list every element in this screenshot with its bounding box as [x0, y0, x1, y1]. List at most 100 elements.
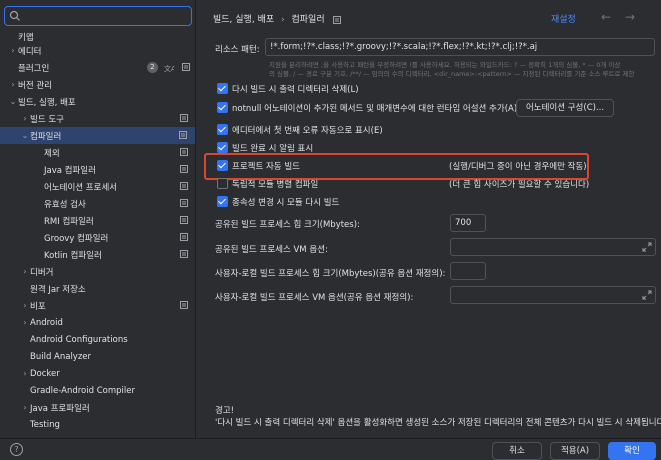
settings-page-icon [333, 15, 342, 24]
tree-item-excludes[interactable]: 제외 [44, 144, 188, 161]
settings-search[interactable] [4, 6, 192, 26]
settings-sidebar: 키맵 › 에디터 플러그인 2 文A › 버전 관리 ⌄ 빌드, 실행, 배포 › 빌드 … [0, 0, 196, 438]
help-icon[interactable]: ? [10, 443, 23, 456]
build-notification-checkbox[interactable] [217, 142, 228, 153]
notnull-assertions-label: notnull 어노테이션이 추가된 메서드 및 매개변수에 대한 런타임 어설… [232, 104, 518, 114]
settings-page-icon [182, 63, 190, 71]
tree-item-annotation-processors[interactable]: 어노테이션 프로세서 [44, 178, 188, 195]
tree-item-compiler[interactable]: ⌄ 컴파일러 [0, 127, 195, 144]
heap-size-input[interactable]: 700 [450, 214, 486, 232]
translate-icon: 文A [164, 64, 174, 73]
tree-item-label: Android Configurations [30, 334, 128, 345]
breadcrumb: 빌드, 실행, 배포 › 컴파일러 [213, 12, 342, 25]
tree-item-version-control[interactable]: › 버전 관리 [8, 76, 52, 93]
resource-patterns-input[interactable]: !*.form;!?*.class;!?*.groovy;!?*.scala;!… [265, 38, 655, 56]
search-icon [9, 10, 20, 21]
settings-page-icon [180, 148, 188, 156]
resource-patterns-label: 리소스 패턴: [215, 45, 260, 55]
tree-item-label: RMI 컴파일러 [44, 216, 94, 227]
tree-item-build-execution-deployment[interactable]: ⌄ 빌드, 실행, 배포 [8, 93, 76, 110]
tree-item-java-compiler[interactable]: Java 컴파일러 [44, 161, 188, 178]
user-vm-options-input[interactable] [450, 286, 656, 304]
user-heap-size-input[interactable] [450, 262, 486, 280]
chevron-right-icon[interactable]: › [20, 267, 30, 276]
cancel-button[interactable]: 취소 [492, 442, 542, 460]
tree-item-build-tools[interactable]: › 빌드 도구 [20, 110, 188, 127]
user-heap-size-label: 사용자-로컬 빌드 프로세스 힙 크기(Mbytes)(공유 옵션 재정의): [215, 269, 446, 279]
tree-item-label: Java 프로파일러 [30, 403, 90, 414]
tree-item-gradle-android-compiler[interactable]: Gradle-Android Compiler [30, 382, 135, 399]
tree-item-label: Gradle-Android Compiler [30, 385, 135, 396]
auto-build-label: 프로젝트 자동 빌드 [232, 162, 300, 172]
settings-page-icon [180, 301, 188, 309]
auto-build-checkbox[interactable] [217, 160, 228, 171]
clear-output-checkbox[interactable] [217, 83, 228, 94]
tree-item-android[interactable]: › Android [20, 314, 62, 331]
tree-item-kotlin-compiler[interactable]: Kotlin 컴파일러 [44, 246, 188, 263]
tree-item-deployment[interactable]: › 비포 [20, 297, 188, 314]
chevron-right-icon[interactable]: › [8, 80, 18, 89]
apply-button[interactable]: 적용(A) [550, 442, 600, 460]
tree-item-android-configurations[interactable]: Android Configurations [30, 331, 128, 348]
tree-item-label: 유효성 검사 [44, 199, 86, 210]
svg-text:文A: 文A [164, 64, 174, 73]
forward-arrow-icon[interactable]: → [625, 10, 635, 24]
back-arrow-icon[interactable]: ← [601, 10, 611, 24]
rebuild-on-change-checkbox[interactable] [217, 196, 228, 207]
chevron-right-icon[interactable]: › [20, 114, 30, 123]
chevron-right-icon[interactable]: › [8, 46, 18, 55]
tree-item-label: 제외 [44, 148, 60, 159]
reset-link[interactable]: 재설정 [551, 12, 576, 25]
update-count-badge: 2 [147, 62, 158, 73]
tree-item-label: 컴파일러 [30, 131, 62, 142]
chevron-right-icon[interactable]: › [20, 318, 30, 327]
breadcrumb-parent[interactable]: 빌드, 실행, 배포 [213, 15, 274, 25]
expand-icon[interactable] [642, 242, 652, 252]
tree-item-remote-jar-repositories[interactable]: 원격 Jar 저장소 [30, 280, 86, 297]
notnull-assertions-checkbox[interactable] [217, 102, 228, 113]
tree-item-label: Kotlin 컴파일러 [44, 250, 102, 261]
parallel-compile-checkbox[interactable] [217, 178, 228, 189]
warning-text: '다시 빌드 시 출력 디렉터리 삭제' 옵션을 활성화하면 생성된 소스가 저… [215, 418, 661, 428]
configure-annotations-button[interactable]: 어노테이션 구성(C)... [516, 99, 614, 117]
tree-item-editor[interactable]: › 에디터 [8, 42, 41, 59]
tree-item-label: 빌드, 실행, 배포 [18, 97, 76, 108]
search-input[interactable] [25, 9, 185, 23]
settings-page-icon [180, 233, 188, 241]
tree-item-label: Docker [30, 368, 60, 379]
tree-item-build-analyzer[interactable]: Build Analyzer [30, 348, 91, 365]
ok-button[interactable]: 확인 [608, 442, 656, 460]
tree-item-docker[interactable]: › Docker [20, 365, 60, 382]
chevron-right-icon[interactable]: › [20, 301, 30, 310]
breadcrumb-current: 컴파일러 [291, 15, 325, 25]
tree-item-label: 비포 [30, 301, 46, 312]
tree-item-label: 버전 관리 [18, 80, 52, 91]
tree-item-testing[interactable]: Testing [30, 416, 60, 433]
compiler-settings-panel: 빌드, 실행, 배포 › 컴파일러 재설정 ← → 리소스 패턴: !*.for… [197, 0, 661, 438]
parallel-compile-label: 독립적 모듈 병렬 컴파일 [232, 180, 319, 190]
tree-item-label: 키맵 [18, 32, 34, 43]
chevron-down-icon[interactable]: ⌄ [8, 97, 18, 106]
rebuild-on-change-label: 종속성 변경 시 모듈 다시 빌드 [232, 198, 340, 208]
resource-patterns-hint-2: 의 심볼, / — 경로 구분 기호, /**/ — 임의의 수의 디렉터리, … [269, 70, 635, 78]
tree-item-plugins[interactable]: 플러그인 2 文A [8, 59, 190, 76]
heap-size-label: 공유된 빌드 프로세스 힙 크기(Mbytes): [215, 220, 360, 230]
tree-item-label: Build Analyzer [30, 351, 92, 362]
chevron-right-icon[interactable]: › [20, 369, 30, 378]
tree-item-validation[interactable]: 유효성 검사 [44, 195, 188, 212]
tree-item-java-profiler[interactable]: › Java 프로파일러 [20, 399, 90, 416]
vm-options-input[interactable] [450, 238, 656, 256]
user-vm-options-label: 사용자-로컬 빌드 프로세스 VM 옵션(공유 옵션 재정의): [215, 293, 414, 303]
tree-item-rmi-compiler[interactable]: RMI 컴파일러 [44, 212, 188, 229]
settings-page-icon [180, 182, 188, 190]
chevron-right-icon[interactable]: › [20, 403, 30, 412]
settings-page-icon [179, 131, 187, 139]
tree-item-debugger[interactable]: › 디버거 [20, 263, 53, 280]
tree-item-label: Testing [30, 419, 60, 430]
expand-icon[interactable] [642, 290, 652, 300]
auto-show-error-checkbox[interactable] [217, 124, 228, 135]
chevron-down-icon[interactable]: ⌄ [20, 131, 30, 140]
tree-item-groovy-compiler[interactable]: Groovy 컴파일러 [44, 229, 188, 246]
settings-page-icon [180, 216, 188, 224]
parallel-compile-note: (더 큰 힙 사이즈가 필요할 수 있습니다) [449, 180, 590, 190]
